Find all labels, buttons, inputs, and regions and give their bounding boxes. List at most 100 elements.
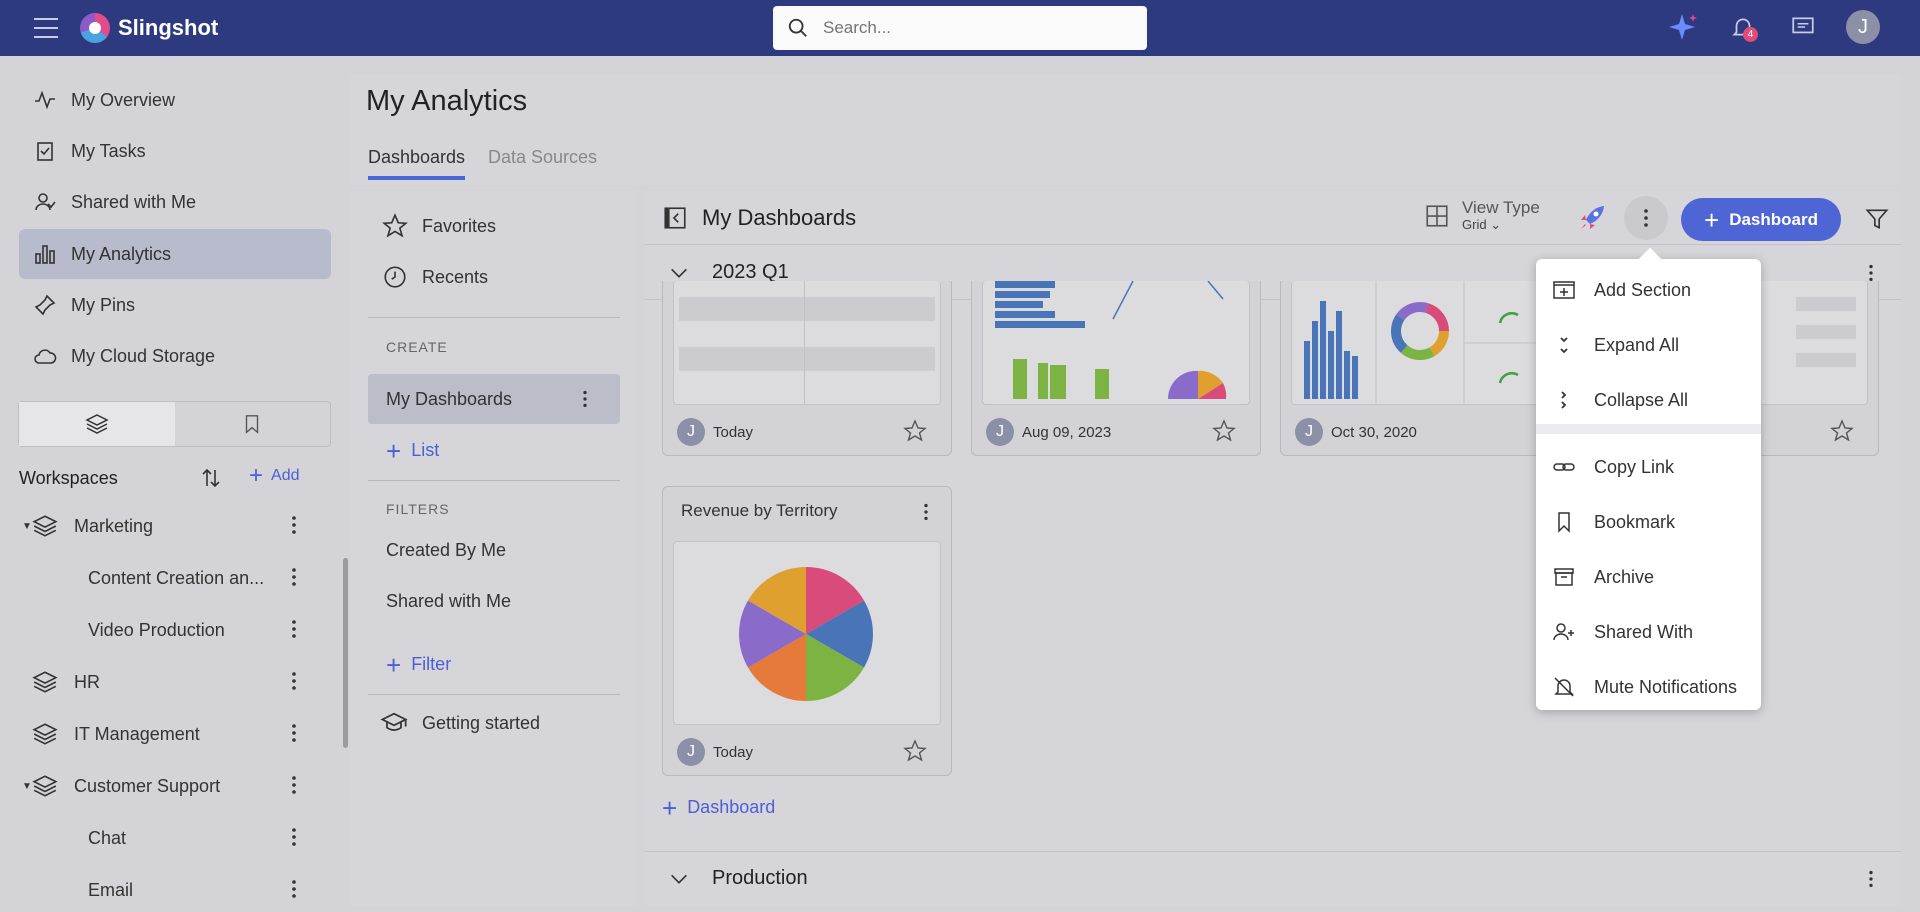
- dashboard-card[interactable]: J Aug 09, 2023: [971, 281, 1261, 456]
- menu-item-copy-link[interactable]: Copy Link: [1536, 442, 1761, 492]
- workspace-label: Email: [88, 879, 134, 900]
- kebab-menu-icon[interactable]: [915, 501, 937, 523]
- kebab-menu-icon[interactable]: [282, 721, 306, 745]
- add-list-link[interactable]: + List: [386, 438, 440, 464]
- workspaces-toggle-button[interactable]: [19, 402, 175, 446]
- sidebar-item-my-overview[interactable]: My Overview: [19, 75, 331, 125]
- star-icon[interactable]: [1212, 419, 1236, 443]
- sidebar-scrollbar[interactable]: [343, 558, 348, 748]
- app-logo[interactable]: Slingshot: [80, 13, 218, 43]
- filter-created-by-me[interactable]: Created By Me: [368, 525, 620, 575]
- dashboard-card[interactable]: J Oct 30, 2020: [1280, 281, 1570, 456]
- star-icon[interactable]: [903, 419, 927, 443]
- add-dashboard-button[interactable]: + Dashboard: [1681, 198, 1841, 241]
- more-options-button[interactable]: [1624, 196, 1668, 240]
- workspace-item-email[interactable]: Email: [18, 865, 314, 912]
- workspace-item-customer-support[interactable]: ▼ Customer Support: [18, 761, 314, 811]
- nav-recents[interactable]: Recents: [368, 252, 620, 302]
- chart-thumbnail: [995, 281, 1227, 399]
- filter-icon[interactable]: [1864, 206, 1890, 232]
- link-icon: [1553, 463, 1575, 471]
- dashboard-thumbnail: [982, 281, 1250, 405]
- dashboard-card-revenue-by-territory[interactable]: Revenue by Territory J Today: [662, 486, 952, 776]
- sidebar-item-shared-with-me[interactable]: Shared with Me: [19, 177, 331, 227]
- collapse-panel-icon[interactable]: [662, 205, 688, 231]
- sidebar-item-my-pins[interactable]: My Pins: [19, 280, 331, 330]
- menu-item-collapse-all[interactable]: Collapse All: [1536, 375, 1761, 425]
- kebab-menu-icon[interactable]: [1860, 868, 1882, 890]
- kebab-menu-icon[interactable]: [282, 513, 306, 537]
- star-icon[interactable]: [903, 739, 927, 763]
- menu-item-shared-with[interactable]: Shared With: [1536, 607, 1761, 657]
- menu-item-mute-notifications[interactable]: Mute Notifications: [1536, 662, 1761, 712]
- menu-item-label: Archive: [1594, 566, 1655, 587]
- sidebar-item-my-cloud-storage[interactable]: My Cloud Storage: [19, 331, 331, 381]
- menu-item-expand-all[interactable]: Expand All: [1536, 320, 1761, 370]
- tab-dashboards[interactable]: Dashboards: [368, 147, 466, 180]
- slingshot-logo-icon: [80, 13, 110, 43]
- nav-label: Created By Me: [386, 539, 507, 560]
- card-date: Today: [713, 423, 754, 441]
- kebab-menu-icon[interactable]: [282, 617, 306, 641]
- pie-chart-thumbnail: [739, 567, 873, 701]
- add-list-label: List: [411, 440, 440, 460]
- add-workspace-button[interactable]: + Add: [249, 464, 299, 488]
- menu-item-archive[interactable]: Archive: [1536, 552, 1761, 602]
- nav-my-dashboards[interactable]: My Dashboards: [368, 374, 620, 424]
- sidebar-item-my-tasks[interactable]: My Tasks: [19, 126, 331, 176]
- sparkle-ai-icon[interactable]: [1666, 10, 1700, 44]
- menu-item-label: Shared With: [1594, 621, 1694, 642]
- owner-avatar: J: [1295, 418, 1323, 446]
- dashboards-title: My Dashboards: [702, 205, 857, 230]
- view-type-selector[interactable]: View Type Grid ⌄: [1424, 199, 1540, 233]
- workspace-label: HR: [74, 671, 100, 692]
- chevron-down-icon[interactable]: [668, 868, 690, 890]
- kebab-menu-icon[interactable]: [282, 565, 306, 589]
- menu-item-label: Bookmark: [1594, 511, 1676, 532]
- menu-item-label: Mute Notifications: [1594, 676, 1738, 697]
- section-header-production[interactable]: Production: [644, 851, 1902, 905]
- kebab-menu-icon[interactable]: [282, 669, 306, 693]
- more-options-menu: Add Section Expand All Collapse All Copy…: [1536, 259, 1761, 710]
- bookmarks-toggle-button[interactable]: [175, 402, 331, 446]
- notifications-button[interactable]: 4: [1726, 10, 1760, 44]
- expand-caret-icon[interactable]: ▼: [22, 521, 32, 532]
- expand-caret-icon[interactable]: ▼: [22, 781, 32, 792]
- filter-shared-with-me[interactable]: Shared with Me: [368, 576, 620, 626]
- layers-icon: [32, 775, 58, 797]
- workspace-item-video-production[interactable]: Video Production: [18, 605, 314, 655]
- add-dashboard-link[interactable]: + Dashboard: [662, 795, 775, 821]
- tab-data-sources[interactable]: Data Sources: [488, 147, 597, 168]
- nav-label: Getting started: [422, 712, 541, 733]
- messages-button[interactable]: [1786, 10, 1820, 44]
- workspace-item-content-creation[interactable]: Content Creation an...: [18, 553, 314, 603]
- kebab-menu-icon[interactable]: [282, 877, 306, 901]
- add-filter-link[interactable]: + Filter: [386, 652, 451, 678]
- dashboard-card[interactable]: J Today: [662, 281, 952, 456]
- menu-item-add-section[interactable]: Add Section: [1536, 265, 1761, 315]
- hamburger-menu-icon[interactable]: [34, 18, 58, 38]
- search-box[interactable]: [773, 6, 1147, 50]
- kebab-menu-icon[interactable]: [282, 825, 306, 849]
- sidebar-item-my-analytics[interactable]: My Analytics: [19, 229, 331, 279]
- bell-off-icon: [1554, 677, 1574, 697]
- menu-item-bookmark[interactable]: Bookmark: [1536, 497, 1761, 547]
- workspace-item-hr[interactable]: HR: [18, 657, 314, 707]
- dashboard-thumbnail: [673, 281, 941, 405]
- sort-icon[interactable]: [199, 466, 223, 490]
- nav-favorites[interactable]: Favorites: [368, 201, 620, 251]
- rocket-icon[interactable]: [1577, 203, 1607, 233]
- workspace-item-chat[interactable]: Chat: [18, 813, 314, 863]
- sidebar-item-label: My Pins: [71, 294, 136, 315]
- kebab-menu-icon[interactable]: [282, 773, 306, 797]
- kebab-menu-icon[interactable]: [574, 388, 596, 410]
- workspace-item-marketing[interactable]: ▼ Marketing: [18, 501, 314, 551]
- workspace-item-it-management[interactable]: IT Management: [18, 709, 314, 759]
- user-avatar[interactable]: J: [1846, 10, 1880, 44]
- search-input[interactable]: [823, 18, 1123, 38]
- menu-separator: [1536, 424, 1761, 434]
- kebab-menu-icon: [1644, 209, 1648, 227]
- star-icon[interactable]: [1830, 419, 1854, 443]
- sidebar-item-label: My Cloud Storage: [71, 345, 216, 366]
- nav-getting-started[interactable]: Getting started: [368, 698, 620, 748]
